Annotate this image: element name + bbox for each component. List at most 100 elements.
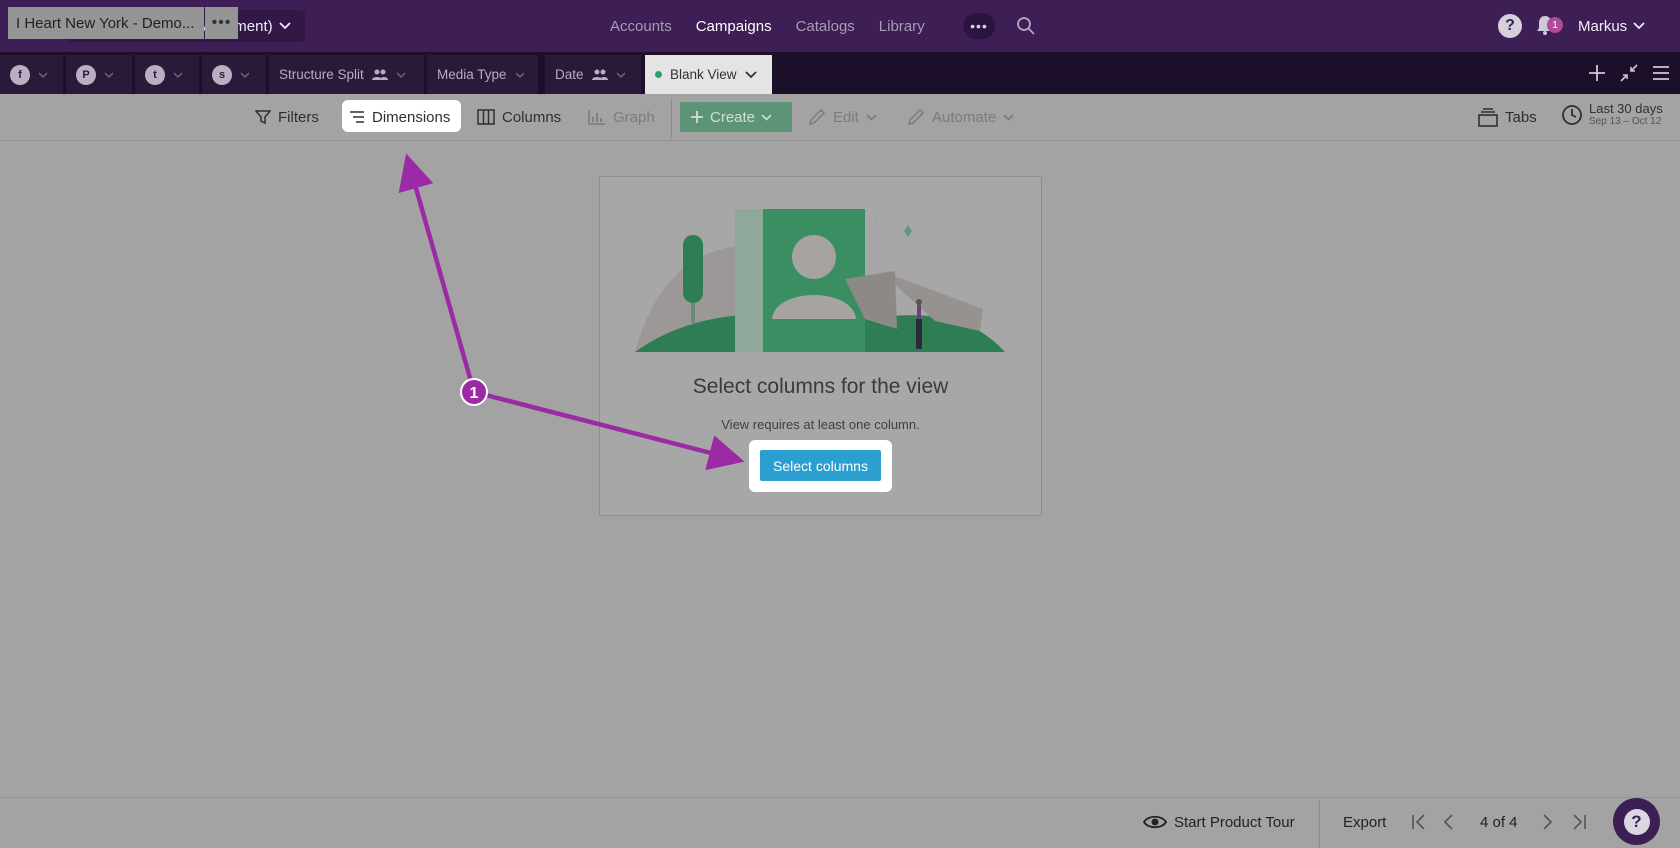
graph-button[interactable]: Graph: [588, 94, 655, 140]
tab-blank-view[interactable]: Blank View: [645, 55, 772, 94]
more-menu-button[interactable]: •••: [963, 13, 995, 39]
dimensions-icon: [350, 111, 364, 123]
annotation-arrow-dimensions: [398, 153, 477, 393]
create-label: Create: [710, 108, 756, 126]
eye-icon: [1143, 815, 1167, 829]
view-tab-bar: f P t s Structure Split Media Type Date …: [0, 52, 1680, 94]
active-dot-icon: [655, 71, 662, 78]
edit-button[interactable]: Edit: [808, 94, 877, 140]
empty-state-title: Select columns for the view: [692, 375, 949, 398]
tab-facebook[interactable]: f: [0, 55, 63, 94]
pencil-icon: [907, 108, 925, 126]
tab-label: Structure Split: [279, 67, 364, 82]
tab-label: Date: [555, 67, 584, 82]
graph-label: Graph: [613, 108, 655, 126]
date-range-dates: Sep 13 – Oct 12: [1589, 116, 1662, 127]
chevron-down-icon: [104, 71, 114, 78]
start-product-tour-button[interactable]: Start Product Tour: [1143, 797, 1295, 847]
snapchat-icon: s: [212, 64, 232, 85]
tab-snapchat[interactable]: s: [202, 55, 266, 94]
notification-badge: 1: [1547, 17, 1563, 33]
plus-icon: [691, 111, 703, 123]
tab-label: Blank View: [670, 67, 737, 82]
chevron-down-icon: [761, 113, 772, 121]
annotation-step-badge: [460, 378, 488, 406]
shared-users-icon: [371, 69, 388, 80]
shared-users-icon: [591, 69, 608, 80]
footer-bar: [0, 797, 1680, 848]
annotation-step-number: 1: [470, 385, 479, 402]
date-range-picker[interactable]: Last 30 days Sep 13 – Oct 12: [1561, 102, 1663, 128]
nav-catalogs[interactable]: Catalogs: [796, 18, 855, 35]
footer-divider: [1319, 800, 1320, 848]
nav-campaigns[interactable]: Campaigns: [696, 18, 772, 35]
twitter-icon: t: [145, 64, 165, 85]
chevron-down-icon: [396, 71, 406, 78]
toolbar-divider: [671, 98, 672, 138]
nav-library[interactable]: Library: [879, 18, 925, 35]
chevron-down-icon: [616, 71, 626, 78]
dimensions-label: Dimensions: [372, 108, 451, 126]
date-range-text: Last 30 days Sep 13 – Oct 12: [1589, 102, 1663, 128]
user-menu[interactable]: Markus: [1578, 0, 1645, 52]
empty-view-illustration: [635, 209, 1005, 352]
pencil-icon: [808, 108, 826, 126]
tab-label: Media Type: [437, 67, 507, 82]
tab-twitter[interactable]: t: [135, 55, 199, 94]
chevron-down-icon: [744, 70, 757, 78]
start-product-tour-label: Start Product Tour: [1174, 813, 1295, 831]
next-page-icon[interactable]: [1541, 813, 1553, 831]
facebook-icon: f: [10, 64, 30, 85]
tabs-label: Tabs: [1505, 108, 1537, 126]
edit-label: Edit: [833, 108, 859, 126]
graph-icon: [588, 110, 605, 125]
date-range-label: Last 30 days: [1589, 101, 1663, 116]
chevron-down-icon: [1003, 113, 1014, 121]
automate-button[interactable]: Automate: [907, 94, 1014, 140]
collapse-icon[interactable]: [1620, 64, 1638, 82]
user-name: Markus: [1578, 17, 1628, 35]
tab-media-type[interactable]: Media Type: [427, 55, 538, 94]
chevron-down-icon: [38, 71, 48, 78]
columns-label: Columns: [502, 108, 562, 126]
tabs-button[interactable]: Tabs: [1478, 94, 1537, 140]
search-icon[interactable]: [1016, 16, 1036, 36]
clock-icon: [1562, 105, 1582, 125]
hamburger-menu-icon[interactable]: [1652, 64, 1670, 82]
filters-button[interactable]: Filters: [255, 94, 319, 140]
help-icon: ?: [1623, 808, 1650, 835]
filters-label: Filters: [278, 108, 319, 126]
select-columns-button[interactable]: Select columns: [760, 450, 881, 481]
automate-label: Automate: [932, 108, 997, 126]
chevron-down-icon: [173, 71, 183, 78]
chevron-down-icon: [240, 71, 250, 78]
account-selector[interactable]: I Heart New York - Demo...: [8, 7, 204, 39]
help-chat-button[interactable]: ?: [1613, 798, 1660, 845]
previous-page-icon[interactable]: [1443, 813, 1455, 831]
pinterest-icon: P: [76, 64, 96, 85]
chevron-down-icon: [866, 113, 877, 121]
export-button[interactable]: Export: [1343, 797, 1386, 847]
filter-icon: [255, 110, 271, 125]
create-button[interactable]: Create: [680, 102, 792, 132]
pagination-status: 4 of 4: [1480, 813, 1518, 831]
top-navigation: Smartly.io (Test Environment) Accounts C…: [0, 0, 1680, 52]
columns-button[interactable]: Columns: [477, 94, 561, 140]
chevron-down-icon: [515, 71, 525, 78]
add-tab-icon[interactable]: [1588, 64, 1606, 82]
export-label: Export: [1343, 813, 1387, 831]
chevron-down-icon: [1633, 22, 1645, 30]
tab-structure-split[interactable]: Structure Split: [269, 55, 424, 94]
empty-state-subtitle: View requires at least one column.: [721, 417, 920, 432]
tab-date[interactable]: Date: [545, 55, 641, 94]
first-page-icon[interactable]: [1411, 813, 1427, 831]
chevron-down-icon: [278, 22, 291, 30]
tab-pinterest[interactable]: P: [66, 55, 132, 94]
main-nav: Accounts Campaigns Catalogs Library: [610, 0, 925, 52]
account-more-button[interactable]: •••: [205, 7, 238, 39]
columns-icon: [477, 109, 495, 125]
nav-accounts[interactable]: Accounts: [610, 18, 672, 35]
last-page-icon[interactable]: [1571, 813, 1587, 831]
dimensions-button[interactable]: Dimensions: [349, 94, 450, 140]
help-icon[interactable]: ?: [1498, 14, 1522, 38]
